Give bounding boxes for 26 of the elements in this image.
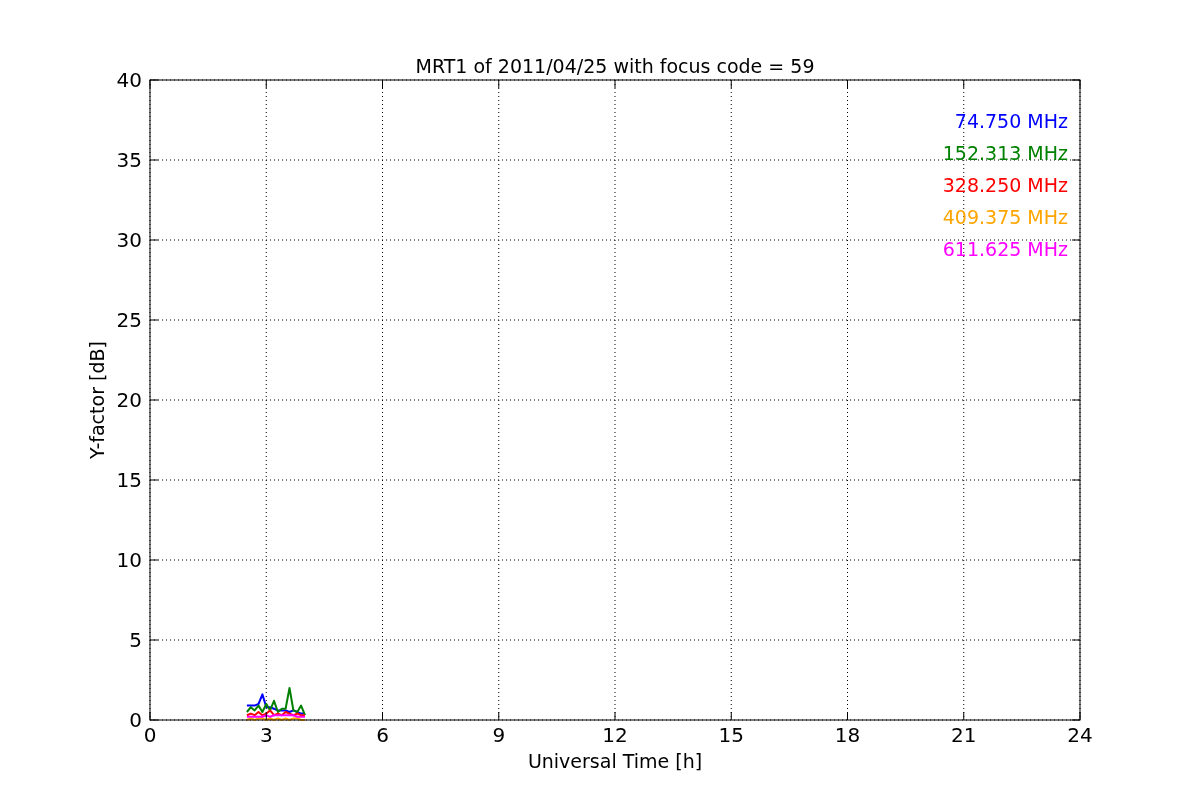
tick-label: 40: [116, 68, 142, 92]
tick-label: 6: [376, 723, 389, 747]
tick-label: 3: [259, 723, 273, 747]
legend-label: 328.250 MHz: [942, 174, 1068, 196]
tick-label: 10: [116, 548, 142, 572]
tick-label: 21: [951, 723, 977, 747]
tick-label: 35: [116, 148, 142, 172]
tick-label: 9: [492, 723, 506, 747]
legend-label: 152.313 MHz: [942, 142, 1068, 164]
tick-label: 24: [1067, 723, 1093, 747]
axis-title: Universal Time [h]: [527, 750, 703, 772]
tick-label: 0: [129, 708, 142, 732]
tick-label: 25: [116, 308, 142, 332]
tick-label: 5: [129, 628, 142, 652]
axis-title: Y-factor [dB]: [86, 341, 108, 459]
chart-title: MRT1 of 2011/04/25 with focus code = 59: [415, 55, 815, 77]
tick-label: 30: [116, 228, 142, 252]
tick-label: 15: [718, 723, 744, 747]
tick-label: 20: [116, 388, 142, 412]
legend-label: 611.625 MHz: [942, 238, 1068, 260]
tick-label: 15: [116, 468, 142, 492]
tick-label: 12: [602, 723, 628, 747]
legend-label: 409.375 MHz: [942, 206, 1068, 228]
tick-label: 18: [834, 723, 861, 747]
tick-label: 0: [143, 723, 157, 747]
legend-label: 74.750 MHz: [954, 110, 1068, 132]
